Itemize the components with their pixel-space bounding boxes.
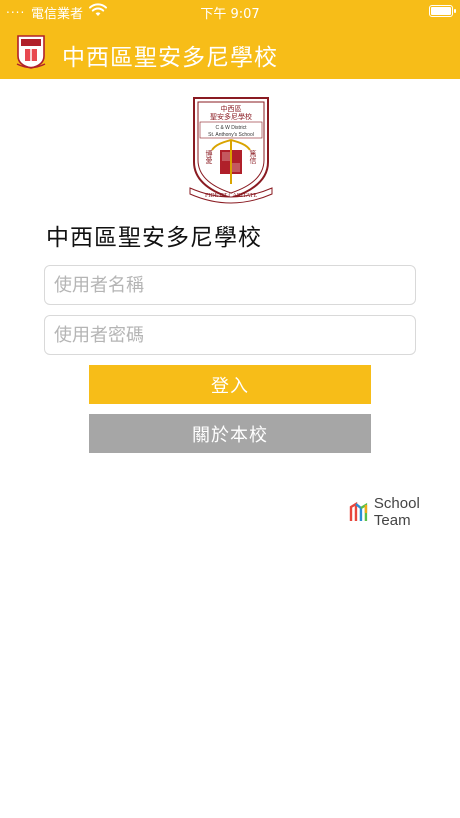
about-school-button[interactable]: 關於本校 [89,414,371,453]
crest-right-chars: 篤信 [249,149,257,165]
crest-left-chars: 博愛 [205,149,213,165]
crest-motto: FIDE ET CARITATE [205,193,257,199]
clock: 下午 9:07 [200,7,260,22]
school-name: 中西區聖安多尼學校 [46,225,262,251]
password-field[interactable] [44,315,416,355]
school-crest-logo: 中西區 聖安多尼學校 C & W District St. Anthony's … [189,97,273,204]
status-bar: .... 電信業者 下午 9:07 [0,0,460,22]
username-input[interactable] [45,266,415,304]
username-field[interactable] [44,265,416,305]
brand-name: School Team [373,495,420,529]
schoolteam-brand: School Team [348,495,460,529]
login-button[interactable]: 登入 [89,365,371,404]
school-crest-icon [16,35,46,69]
schoolteam-logo-icon [349,501,368,521]
crest-top-text: 中西區 [221,104,242,113]
app-header: .... 電信業者 下午 9:07 中西區聖安多尼學校 [0,0,460,79]
battery-icon [429,5,456,17]
crest-sub-text: 聖安多尼學校 [210,112,252,121]
password-input[interactable] [45,316,415,354]
crest-line-2: St. Anthony's School [208,132,254,138]
app-title: 中西區聖安多尼學校 [62,45,278,71]
crest-line-1: C & W District [215,125,247,131]
